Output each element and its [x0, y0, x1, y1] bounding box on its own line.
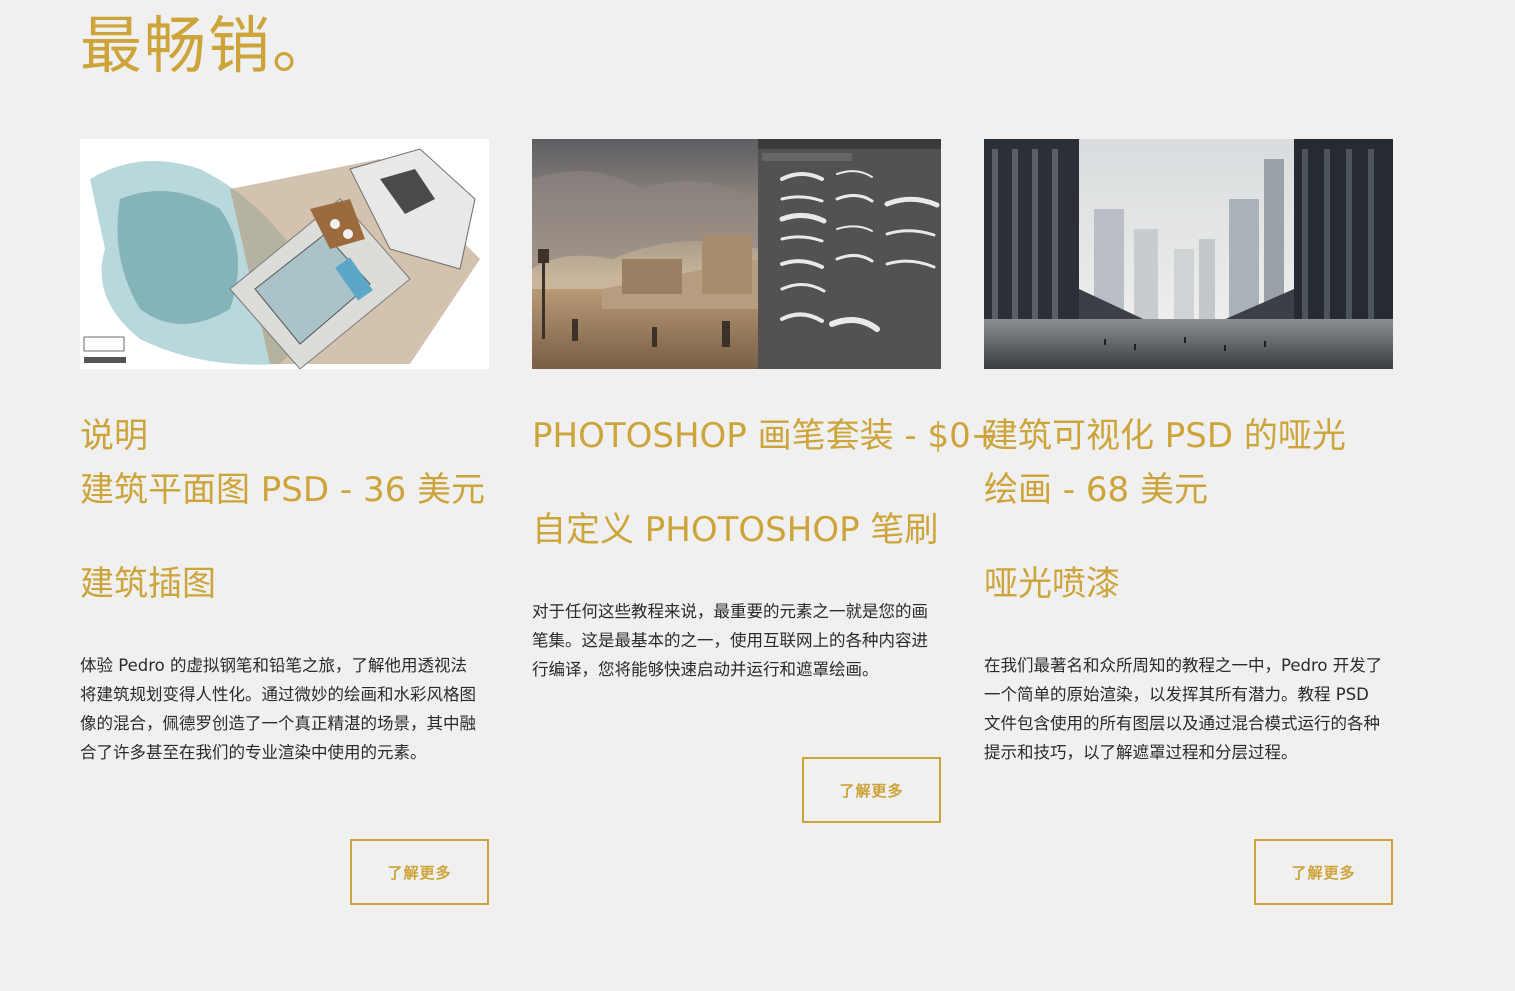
section-title: 最畅销。 [80, 9, 337, 82]
product-card-architecture-plan: 说明 建筑平面图 PSD - 36 美元 建筑插图 体验 Pedro 的虚拟钢笔… [80, 139, 489, 939]
product-image-matte-painting[interactable] [984, 139, 1393, 369]
product-title-line-1: 说明 [80, 416, 148, 456]
product-subtitle: 自定义 PHOTOSHOP 笔刷 [532, 510, 939, 550]
learn-more-button[interactable]: 了解更多 [350, 839, 489, 905]
product-title-line-1: PHOTOSHOP 画笔套装 - $0+ [532, 416, 1000, 456]
learn-more-button[interactable]: 了解更多 [1254, 839, 1393, 905]
product-subtitle: 建筑插图 [80, 564, 216, 604]
product-title-line-2: 绘画 - 68 美元 [984, 470, 1208, 510]
brush-set-thumbnail [532, 139, 941, 369]
product-title-line-2: 建筑平面图 PSD - 36 美元 [80, 470, 486, 510]
product-image-brush-set[interactable] [532, 139, 941, 369]
learn-more-button[interactable]: 了解更多 [802, 757, 941, 823]
product-image-architecture-plan[interactable] [80, 139, 489, 369]
product-title[interactable]: 说明 建筑平面图 PSD - 36 美元 建筑插图 [80, 409, 489, 611]
product-subtitle: 哑光喷漆 [984, 564, 1120, 604]
product-card-brush-set: PHOTOSHOP 画笔套装 - $0+ 自定义 PHOTOSHOP 笔刷 对于… [532, 139, 1000, 939]
product-description: 在我们最著名和众所周知的教程之一中，Pedro 开发了一个简单的原始渲染，以发挥… [984, 656, 1383, 762]
product-title[interactable]: 建筑可视化 PSD 的哑光 绘画 - 68 美元 哑光喷漆 [984, 409, 1393, 611]
product-card-matte-painting: 建筑可视化 PSD 的哑光 绘画 - 68 美元 哑光喷漆 在我们最著名和众所周… [984, 139, 1393, 939]
architecture-plan-thumbnail [80, 139, 489, 369]
matte-painting-thumbnail [984, 139, 1393, 369]
product-title-line-1: 建筑可视化 PSD 的哑光 [984, 416, 1346, 456]
product-title[interactable]: PHOTOSHOP 画笔套装 - $0+ 自定义 PHOTOSHOP 笔刷 [532, 409, 1000, 557]
product-description: 体验 Pedro 的虚拟钢笔和铅笔之旅，了解他用透视法将建筑规划变得人性化。通过… [80, 656, 476, 762]
product-description: 对于任何这些教程来说，最重要的元素之一就是您的画笔集。这是最基本的之一，使用互联… [532, 602, 928, 679]
